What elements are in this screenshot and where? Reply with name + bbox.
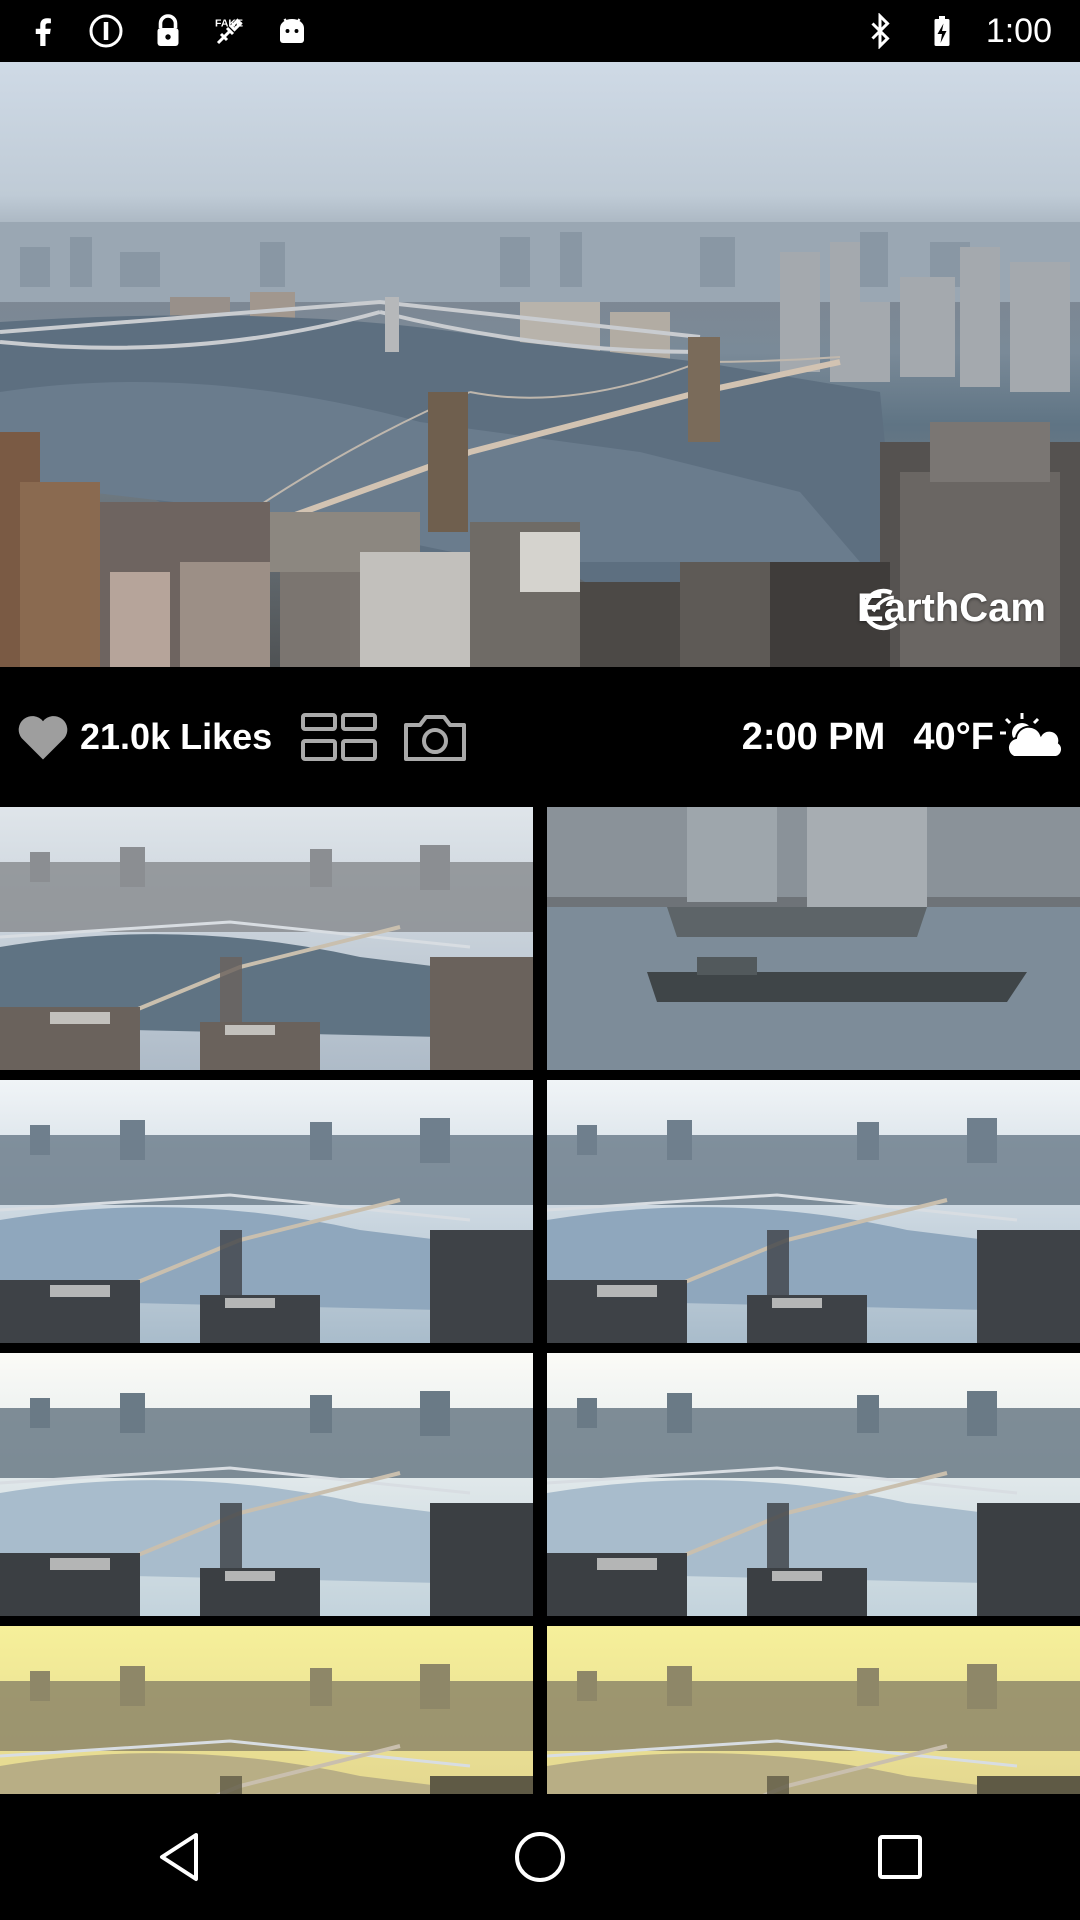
recents-icon <box>878 1835 922 1879</box>
home-button[interactable] <box>495 1812 585 1902</box>
thumbnail-image <box>0 1626 533 1794</box>
thumbnail-image <box>547 1080 1080 1343</box>
fake-gps-icon: FAKE <box>212 13 248 49</box>
camera-local-time: 2:00 PM <box>741 715 886 758</box>
archive-thumbnail[interactable] <box>547 1080 1080 1343</box>
facebook-icon <box>26 13 62 49</box>
earthcam-logo-icon <box>862 588 898 631</box>
camera-icon[interactable] <box>402 711 468 763</box>
back-icon <box>160 1833 198 1881</box>
city-skyline-image <box>0 222 1080 667</box>
thumbnail-image <box>547 1626 1080 1794</box>
bluetooth-icon <box>862 13 898 49</box>
recents-button[interactable] <box>855 1812 945 1902</box>
archive-thumbnail-grid <box>0 807 1080 1794</box>
info-bar: 21.0k Likes 2:00 PM 40°F <box>0 667 1080 807</box>
battery-charging-icon <box>924 13 960 49</box>
thumbnail-image <box>0 807 533 1070</box>
lock-icon <box>150 13 186 49</box>
status-time: 1:00 <box>985 11 1052 50</box>
circle-info-icon <box>88 13 124 49</box>
status-bar: FAKE 1:00 <box>0 0 1080 62</box>
navigation-bar <box>0 1794 1080 1920</box>
live-camera-view[interactable]: EarthCam <box>0 62 1080 667</box>
android-robot-icon <box>274 13 310 49</box>
archive-thumbnail[interactable] <box>0 1353 533 1616</box>
thumbnail-image <box>547 807 1080 1070</box>
thumbnail-image <box>0 1353 533 1616</box>
archive-thumbnail[interactable] <box>547 807 1080 1070</box>
archive-thumbnail[interactable] <box>547 1626 1080 1794</box>
like-button[interactable]: 21.0k Likes <box>16 712 272 762</box>
temperature: 40°F <box>913 715 994 758</box>
likes-count: 21.0k Likes <box>80 716 273 757</box>
partly-cloudy-icon <box>1000 713 1063 758</box>
archive-thumbnail[interactable] <box>0 807 533 1070</box>
archive-thumbnail[interactable] <box>0 1626 533 1794</box>
grid-view-icon[interactable] <box>300 712 378 762</box>
earthcam-logo: EarthCam <box>857 586 1046 631</box>
back-button[interactable] <box>135 1812 225 1902</box>
archive-thumbnail[interactable] <box>0 1080 533 1343</box>
thumbnail-image <box>547 1353 1080 1616</box>
heart-icon <box>18 716 68 760</box>
home-icon <box>515 1832 565 1882</box>
thumbnail-image <box>0 1080 533 1343</box>
archive-thumbnail[interactable] <box>547 1353 1080 1616</box>
